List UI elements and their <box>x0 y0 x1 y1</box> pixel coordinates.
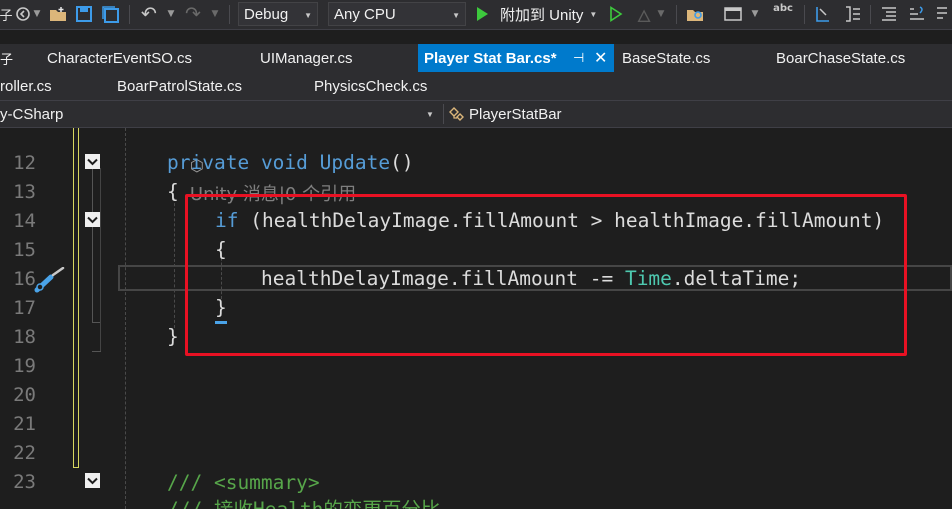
project-value: y-CSharp <box>0 105 64 123</box>
attach-to-unity-button[interactable]: 附加到 Unity ▼ <box>474 2 597 26</box>
tab-ui-manager[interactable]: UIManager.cs <box>260 44 353 72</box>
line-number: 17 <box>13 297 36 319</box>
tab-controller-clipped[interactable]: roller.cs <box>0 72 52 100</box>
code-editor[interactable]: 12 13 14 15 16 17 18 19 20 21 22 23 ⬡ Un… <box>0 128 952 509</box>
code-line-24: /// 接收Health的变更百分比 <box>167 495 440 509</box>
save-icon[interactable] <box>74 3 94 25</box>
project-select[interactable]: y-CSharp ▼ <box>0 103 440 125</box>
find-in-files-icon[interactable] <box>684 3 706 25</box>
keyword: void <box>260 151 308 174</box>
code-line-18: } <box>167 325 179 348</box>
configuration-select[interactable]: Debug ▼ <box>238 2 318 26</box>
main-toolbar: 子 ▼ ↶ ▼ ↷ ▼ Debug ▼ Any CPU ▼ 附加到 Unity … <box>0 0 952 30</box>
chevron-down-icon: ▼ <box>452 11 460 20</box>
line-number: 12 <box>13 152 36 174</box>
line-number: 18 <box>13 326 36 348</box>
method-name: Update <box>319 151 391 174</box>
change-tracking-bar <box>73 128 79 468</box>
redo-dropdown-icon[interactable]: ▼ <box>210 3 220 25</box>
save-all-icon[interactable] <box>101 3 121 25</box>
attach-label: 附加到 Unity <box>500 6 584 24</box>
uncomment-icon[interactable] <box>906 3 928 25</box>
play-outline-icon[interactable] <box>606 3 626 25</box>
document-tabs-row-1: 子 CharacterEventSO.cs UIManager.cs Playe… <box>0 44 952 72</box>
code-line-13: { <box>167 180 179 203</box>
collapse-icon[interactable] <box>85 154 100 169</box>
new-file-icon[interactable] <box>48 3 68 25</box>
collapse-icon[interactable] <box>85 473 100 488</box>
layout-dropdown-icon[interactable]: ▼ <box>750 3 760 25</box>
class-value: PlayerStatBar <box>469 105 562 123</box>
play-icon <box>477 7 488 21</box>
tab-clipped[interactable]: 子 <box>0 44 13 72</box>
line-number: 22 <box>13 442 36 464</box>
line-number: 23 <box>13 471 36 493</box>
collapse-icon[interactable] <box>85 212 100 227</box>
fold-guide <box>92 169 93 212</box>
comment-icon[interactable] <box>878 3 900 25</box>
code-line-23: /// <summary> <box>167 471 320 494</box>
flame-icon[interactable]: 🜂 <box>634 3 654 27</box>
tab-label: Player Stat Bar.cs* <box>424 49 557 67</box>
nav-back-dropdown-icon[interactable]: ▼ <box>32 3 42 25</box>
undo-icon[interactable]: ↶ <box>138 3 160 25</box>
pin-icon[interactable]: ⊣ <box>573 50 584 66</box>
step-icon[interactable] <box>812 3 834 25</box>
line-number: 15 <box>13 239 36 261</box>
navigation-bar: y-CSharp ▼ PlayerStatBar <box>0 100 952 128</box>
tab-boar-patrol-state[interactable]: BoarPatrolState.cs <box>117 72 242 100</box>
fold-guide <box>100 168 101 352</box>
nav-back-icon[interactable] <box>14 3 32 25</box>
tab-base-state[interactable]: BaseState.cs <box>622 44 710 72</box>
flame-dropdown-icon[interactable]: ▼ <box>656 3 666 25</box>
tab-physics-check[interactable]: PhysicsCheck.cs <box>314 72 427 100</box>
platform-select[interactable]: Any CPU ▼ <box>328 2 466 26</box>
line-number: 13 <box>13 181 36 203</box>
line-number: 19 <box>13 355 36 377</box>
line-number: 16 <box>13 268 36 290</box>
configuration-value: Debug <box>244 5 289 23</box>
close-icon[interactable]: ✕ <box>594 48 607 68</box>
chevron-down-icon: ▼ <box>426 110 434 119</box>
tab-character-event-so[interactable]: CharacterEventSO.cs <box>47 44 192 72</box>
line-number: 21 <box>13 413 36 435</box>
class-select[interactable]: PlayerStatBar <box>448 103 562 125</box>
chevron-down-icon: ▼ <box>589 9 598 19</box>
hint-icon[interactable] <box>934 3 950 25</box>
tab-player-stat-bar[interactable]: Player Stat Bar.cs* ⊣ ✕ <box>418 44 614 72</box>
punctuation: () <box>390 151 414 174</box>
redo-icon[interactable]: ↷ <box>182 3 204 25</box>
spell-check-icon[interactable]: abc <box>770 3 796 25</box>
chevron-down-icon: ▼ <box>304 11 312 20</box>
highlight-box <box>185 194 907 356</box>
keyword: private <box>167 151 250 174</box>
quick-actions-icon[interactable] <box>34 266 68 293</box>
indent-guide <box>125 128 126 509</box>
format-icon[interactable] <box>842 3 864 25</box>
class-icon <box>449 107 464 121</box>
window-layout-icon[interactable] <box>722 3 744 25</box>
code-line-12: private void Update() <box>167 148 414 177</box>
document-tabs-row-2: roller.cs BoarPatrolState.cs PhysicsChec… <box>0 72 952 100</box>
undo-dropdown-icon[interactable]: ▼ <box>166 3 176 25</box>
line-number: 20 <box>13 384 36 406</box>
platform-value: Any CPU <box>334 5 396 23</box>
fold-guide <box>92 351 101 352</box>
toolbar-clipped-glyph: 子 <box>0 8 13 24</box>
line-number: 14 <box>13 210 36 232</box>
fold-guide <box>92 227 93 322</box>
tab-boar-chase-state[interactable]: BoarChaseState.cs <box>776 44 905 72</box>
